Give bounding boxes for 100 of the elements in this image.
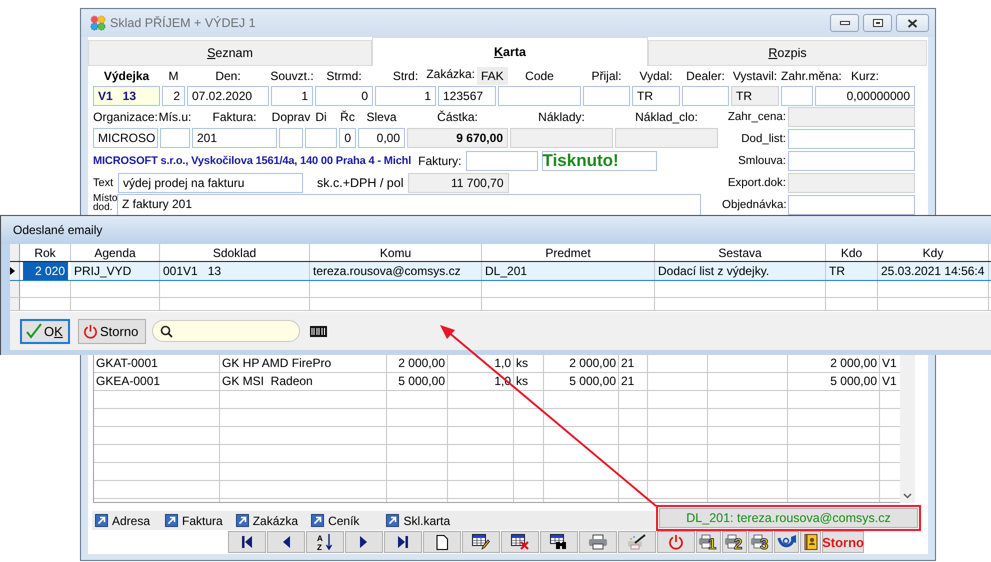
input-field[interactable] (160, 128, 190, 148)
field-label: Přijal: (591, 69, 622, 83)
link[interactable]: Faktura (165, 514, 223, 528)
input-field[interactable] (788, 151, 915, 171)
field-label: Den: (215, 69, 241, 83)
column-header[interactable]: Sestava (655, 244, 826, 261)
field-label: Zahr.měna: (781, 69, 842, 83)
link[interactable]: Ceník (311, 514, 360, 528)
table-cell: TR (826, 262, 878, 280)
field-label: Mís.u: (158, 110, 192, 124)
input-field[interactable] (682, 86, 729, 106)
previous-button[interactable] (267, 531, 305, 553)
gears-icon (90, 15, 106, 31)
field-label: Code (525, 69, 554, 83)
print-setup-button[interactable] (618, 531, 656, 553)
tab[interactable]: Seznam (88, 40, 372, 66)
table-cell: 5 000,00 (387, 373, 448, 390)
cancel-button[interactable]: Storno (822, 531, 864, 553)
minimize-button[interactable] (830, 14, 859, 32)
scroll-down-icon[interactable] (903, 493, 912, 499)
contacts-button[interactable] (800, 531, 821, 553)
last-record-icon (396, 535, 410, 549)
input-field[interactable]: TR (632, 86, 680, 106)
row-pointer-icon (10, 267, 15, 275)
input-field[interactable] (305, 128, 337, 148)
cancel-button[interactable]: Storno (78, 318, 146, 344)
input-field[interactable] (781, 86, 813, 106)
input-field[interactable]: 0 (315, 86, 373, 106)
input-field[interactable] (788, 129, 915, 149)
power-icon (668, 534, 684, 550)
table-cell: 001V1 13 (160, 262, 310, 280)
table-row[interactable]: 2 020 PRIJ_VYD 001V1 13 tereza.rousova@comsys.cz DL_201 Dodací list z výdejky. TR 25.03.2021 14:56:4 (10, 262, 991, 281)
row-header-cell (10, 298, 20, 310)
column-header[interactable]: Rok (20, 244, 71, 261)
input-field[interactable]: MICROSO (93, 128, 158, 148)
edit-button[interactable] (462, 531, 500, 553)
column-header[interactable]: Sdoklad (160, 244, 310, 261)
input-field[interactable] (583, 86, 630, 106)
input-field[interactable]: 2 (162, 86, 185, 106)
input-field[interactable]: 0,00 (358, 128, 405, 148)
new-button[interactable] (423, 531, 461, 553)
delete-record-icon (511, 534, 529, 550)
row-header-cell (10, 281, 20, 297)
input-field[interactable]: výdej prodej na fakturu (118, 173, 303, 193)
field-label: Strmd: (326, 69, 362, 83)
input-field[interactable] (279, 128, 303, 148)
link[interactable]: Skl.karta (386, 514, 450, 528)
column-header[interactable]: Predmet (482, 244, 655, 261)
input-field[interactable]: V1 13 (93, 86, 160, 106)
table-cell: 21 (619, 373, 648, 390)
new-page-icon (436, 534, 448, 550)
tab[interactable]: Karta (372, 37, 648, 66)
field-label: Vystavil: (732, 69, 778, 83)
input-field[interactable]: 0 (339, 128, 356, 148)
mail-button[interactable] (774, 531, 799, 553)
column-header[interactable]: Kdy (878, 244, 989, 261)
field-label: Dod_list: (740, 132, 786, 146)
table-cell: 25.03.2021 14:56:4 (878, 262, 989, 280)
link[interactable]: Zakázka (236, 514, 298, 528)
column-header[interactable]: Kdo (826, 244, 878, 261)
link[interactable]: Adresa (95, 514, 150, 528)
input-field[interactable]: 07.02.2020 (187, 86, 269, 106)
table-cell: DL_201 (482, 262, 655, 280)
field-label: Souvzt.: (270, 69, 314, 83)
search-icon (160, 324, 173, 338)
close-button[interactable] (896, 14, 929, 32)
first-button[interactable] (228, 531, 266, 553)
field-label: Smlouva: (737, 154, 786, 168)
company-address: MICROSOFT s.r.o., Vyskočilova 1561/4a, 140 00 Praha 4 - Michl (93, 155, 412, 167)
status-message: DL_201: tereza.rousova@comsys.cz (659, 508, 918, 528)
delete-button[interactable] (501, 531, 539, 553)
link-arrow-icon (236, 514, 249, 527)
print-button[interactable] (579, 531, 617, 553)
link-arrow-icon (165, 514, 178, 527)
last-button[interactable] (384, 531, 422, 553)
input-field[interactable] (498, 86, 581, 106)
sort-button[interactable]: A Z (306, 531, 344, 553)
input-field[interactable]: 123567 (438, 86, 496, 106)
input-field[interactable]: 0,00000000 (815, 86, 915, 106)
tab[interactable]: Rozpis (648, 40, 927, 66)
column-header[interactable]: Agenda (71, 244, 160, 261)
ok-button[interactable]: OK (20, 318, 70, 344)
input-field[interactable]: 1 (375, 86, 436, 106)
input-field[interactable]: Z faktury 201 (117, 194, 701, 216)
find-button[interactable] (540, 531, 578, 553)
search-field[interactable] (152, 320, 300, 342)
row-header-cell[interactable] (10, 262, 20, 280)
field-label: Di (315, 110, 327, 124)
next-button[interactable] (345, 531, 383, 553)
field-label: sk.c.+DPH / pol (317, 176, 404, 190)
exit-button[interactable] (657, 531, 695, 553)
column-header[interactable]: Komu (310, 244, 482, 261)
input-field[interactable] (788, 195, 915, 215)
field-label: Řc (340, 110, 355, 124)
maximize-button[interactable] (863, 14, 892, 32)
input-field[interactable] (466, 151, 538, 171)
barcode-icon[interactable] (310, 326, 327, 336)
input-field[interactable]: 1 (271, 86, 313, 106)
input-field[interactable]: 201 (192, 128, 277, 148)
field-label: Vydal: (640, 69, 672, 83)
